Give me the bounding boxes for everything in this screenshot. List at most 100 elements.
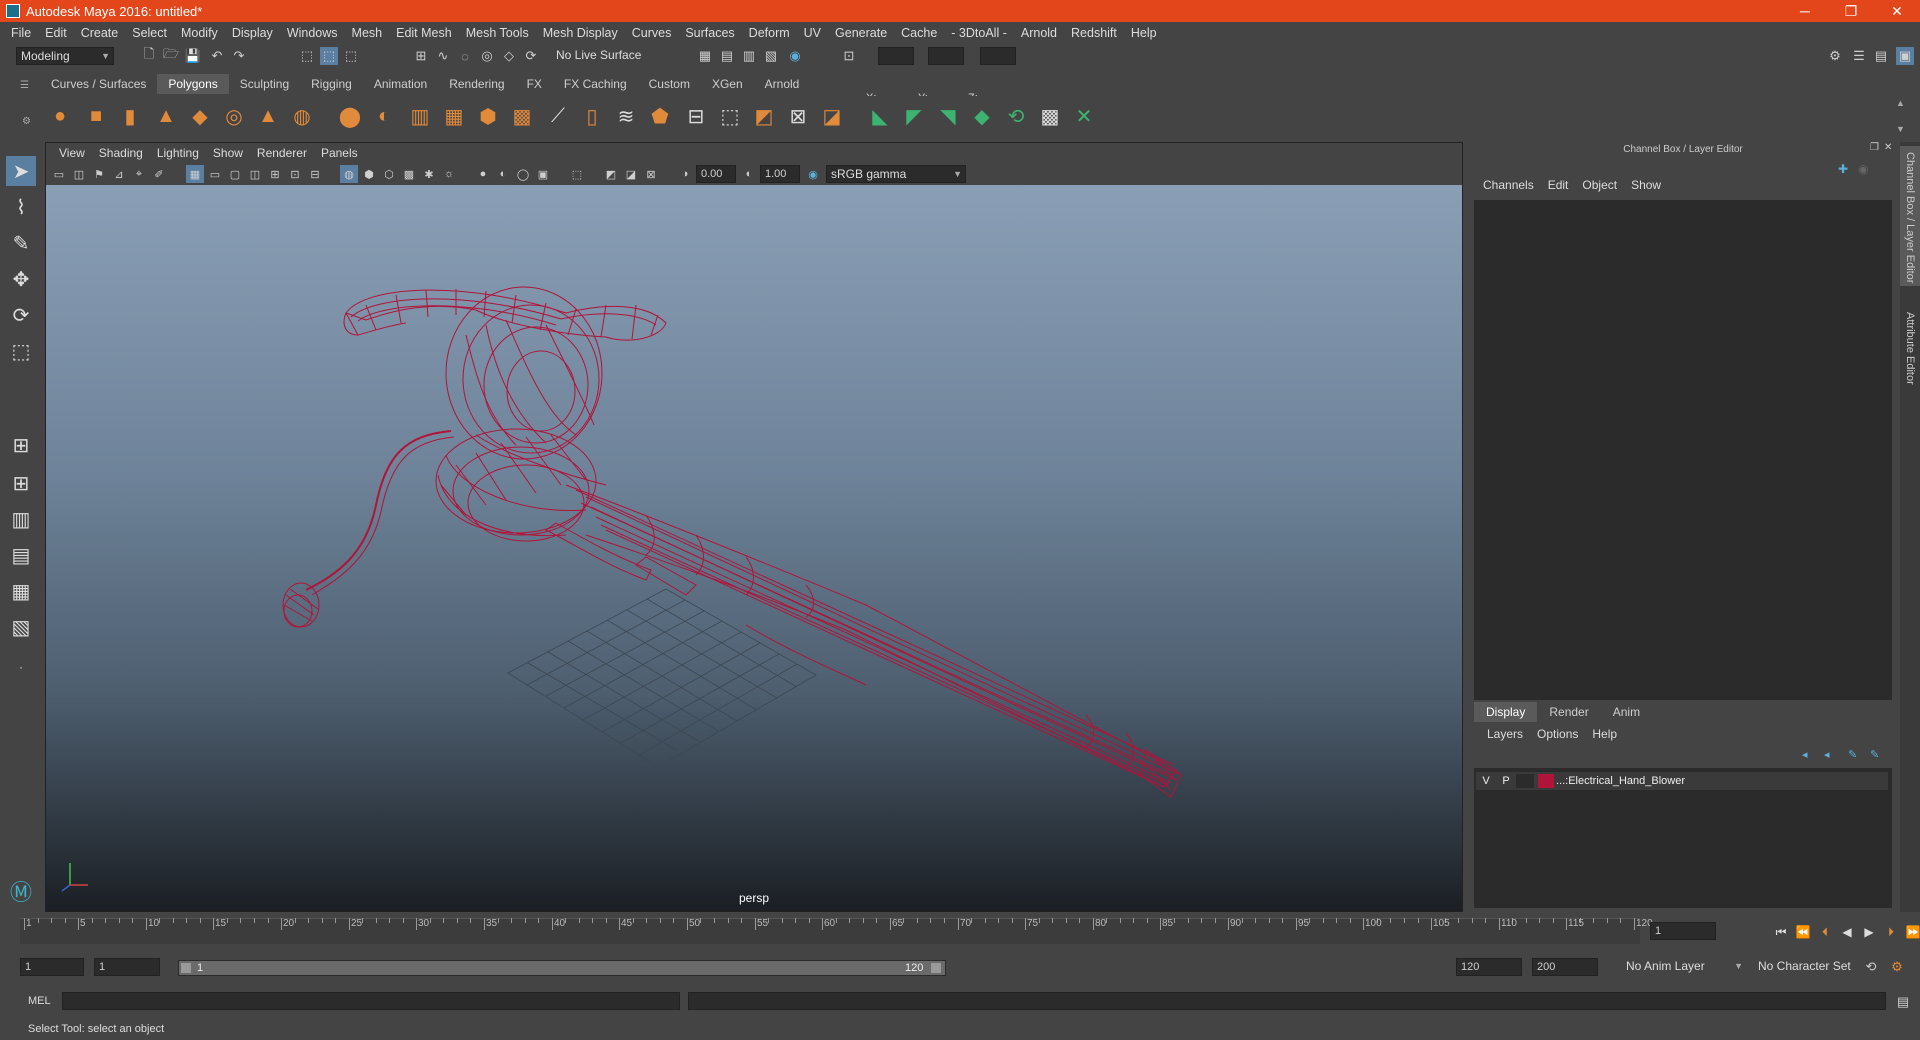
insert-edge-loop-icon[interactable]: ⊟ (682, 102, 710, 130)
step-forward-key-icon[interactable]: ⏩ (1902, 922, 1920, 942)
poly-cone-icon[interactable]: ▲ (152, 102, 180, 130)
checker-icon[interactable]: ▩ (1036, 102, 1064, 130)
image-plane-icon[interactable]: ⊿ (110, 165, 128, 183)
extract-icon[interactable]: ▥ (406, 102, 434, 130)
menu-redshift[interactable]: Redshift (1064, 26, 1124, 40)
paint-select-tool-icon[interactable]: ✎ (6, 228, 36, 258)
electrical-hand-blower-model[interactable] (282, 286, 1182, 798)
shelf-menu-icon[interactable]: ☰ (20, 80, 34, 92)
animation-preferences-icon[interactable]: ⚙ (1888, 958, 1906, 976)
xray-joints-icon[interactable]: ⊠ (642, 165, 660, 183)
snap-grid-icon[interactable]: ⊞ (412, 47, 430, 65)
shelf-tab-rendering[interactable]: Rendering (438, 74, 516, 94)
shelf-scroll-down-icon[interactable]: ▼ (1896, 124, 1905, 134)
attribute-editor-toggle-icon[interactable]: ☰ (1850, 47, 1868, 65)
channel-box-menu-edit[interactable]: Edit (1541, 178, 1576, 192)
camera-attributes-icon[interactable]: ◫ (70, 165, 88, 183)
float-panel-icon[interactable]: ❐ (1870, 142, 1879, 153)
poly-sphere-icon[interactable]: ● (46, 102, 74, 130)
poly-cylinder-icon[interactable]: ▮ (116, 102, 144, 130)
z-coordinate-field[interactable] (980, 47, 1016, 65)
absolute-transform-icon[interactable]: ⊡ (840, 47, 858, 65)
new-layer-selected-icon[interactable]: ✎ (1870, 748, 1879, 761)
end-time-field[interactable]: 120 (1456, 958, 1522, 976)
menu-edit-mesh[interactable]: Edit Mesh (389, 26, 459, 40)
modeling-toolkit-icon[interactable]: ⚙ (1826, 47, 1844, 65)
menu-mesh-display[interactable]: Mesh Display (536, 26, 625, 40)
channel-box-body[interactable] (1474, 200, 1892, 700)
start-time-field[interactable]: 1 (20, 958, 84, 976)
side-tab-attribute-editor-label[interactable]: Attribute Editor (1904, 312, 1916, 385)
append-polygon-icon[interactable]: ◩ (750, 102, 778, 130)
script-editor-icon[interactable]: ▤ (1894, 993, 1912, 1011)
cylindrical-uv-icon[interactable]: ◤ (900, 102, 928, 130)
select-object-icon[interactable]: ⬚ (320, 47, 338, 65)
grease-pencil-icon[interactable]: ✐ (150, 165, 168, 183)
viewport-menu-renderer[interactable]: Renderer (250, 146, 314, 160)
depth-of-field-icon[interactable]: ▣ (534, 165, 552, 183)
rotate-tool-icon[interactable]: ⟳ (6, 300, 36, 330)
menu-mesh[interactable]: Mesh (345, 26, 390, 40)
field-chart-icon[interactable]: ⊞ (266, 165, 284, 183)
maximize-button[interactable]: ❐ (1828, 0, 1874, 22)
exposure-icon[interactable]: ◑ (676, 165, 694, 183)
shelf-tab-curves-surfaces[interactable]: Curves / Surfaces (40, 74, 158, 94)
channel-box-menu-object[interactable]: Object (1575, 178, 1624, 192)
layer-visibility-toggle[interactable]: V (1476, 775, 1496, 787)
hypershade-layout-icon[interactable]: ▧ (6, 612, 36, 642)
command-input[interactable] (62, 992, 680, 1010)
more-layouts-icon[interactable]: · (6, 652, 36, 682)
layer-tab-anim[interactable]: Anim (1601, 702, 1652, 722)
layer-name[interactable]: ...:Electrical_Hand_Blower (1556, 775, 1685, 787)
screen-space-ao-icon[interactable]: ● (474, 165, 492, 183)
target-weld-icon[interactable]: ◪ (818, 102, 846, 130)
resolution-gate-icon[interactable]: ▢ (226, 165, 244, 183)
layer-tab-display[interactable]: Display (1474, 702, 1538, 722)
isolate-select-icon[interactable]: ⬚ (568, 165, 586, 183)
poly-pipe-icon[interactable]: ◍ (288, 102, 316, 130)
select-tool-icon[interactable]: ➤ (6, 156, 36, 186)
layer-menu-options[interactable]: Options (1530, 727, 1585, 741)
poly-pyramid-icon[interactable]: ▲ (254, 102, 282, 130)
animation-start-field[interactable]: 1 (94, 958, 160, 976)
menu-create[interactable]: Create (74, 26, 126, 40)
xray-active-icon[interactable]: ◪ (622, 165, 640, 183)
shelf-tab-fx[interactable]: FX (515, 74, 553, 94)
boolean-icon[interactable]: ⬢ (474, 102, 502, 130)
go-to-start-icon[interactable]: ⏮ (1770, 922, 1792, 942)
extrude-icon[interactable]: ▯ (578, 102, 606, 130)
menu-modify[interactable]: Modify (174, 26, 225, 40)
range-slider[interactable]: 1 120 (178, 960, 946, 976)
safe-action-icon[interactable]: ⊡ (286, 165, 304, 183)
step-forward-frame-icon[interactable]: ⏵ (1880, 922, 1902, 942)
snap-surface-icon[interactable]: ◇ (500, 47, 518, 65)
fill-hole-icon[interactable]: ⬚ (716, 102, 744, 130)
viewport-canvas[interactable]: persp (46, 185, 1462, 911)
tool-settings-toggle-icon[interactable]: ▤ (1872, 47, 1890, 65)
film-gate-icon[interactable]: ▭ (206, 165, 224, 183)
poly-cube-icon[interactable]: ■ (82, 102, 110, 130)
anti-aliasing-icon[interactable]: ◯ (514, 165, 532, 183)
step-back-key-icon[interactable]: ⏪ (1792, 922, 1814, 942)
snap-view-icon[interactable]: ◎ (478, 47, 496, 65)
shelf-tab-xgen[interactable]: XGen (700, 74, 754, 94)
shelf-tab-sculpting[interactable]: Sculpting (228, 74, 301, 94)
mirror-icon[interactable]: ▩ (508, 102, 536, 130)
bookmark-icon[interactable]: ⚑ (90, 165, 108, 183)
open-scene-icon[interactable]: 🗁 (162, 46, 180, 65)
grid-toggle-icon[interactable]: ▦ (186, 165, 204, 183)
layer-type-toggle[interactable] (1516, 774, 1534, 788)
y-coordinate-field[interactable] (928, 47, 964, 65)
animation-end-field[interactable]: 200 (1532, 958, 1598, 976)
play-backwards-icon[interactable]: ◀ (1836, 922, 1858, 942)
minimize-button[interactable]: ─ (1782, 0, 1828, 22)
move-layer-down-icon[interactable]: ◂ (1824, 748, 1830, 761)
motion-blur-icon[interactable]: ◐ (494, 165, 512, 183)
layer-menu-layers[interactable]: Layers (1480, 727, 1530, 741)
render-region-icon[interactable]: ▦ (696, 47, 714, 65)
new-scene-icon[interactable]: 🗋 (140, 46, 158, 65)
separate-icon[interactable]: ◐ (370, 102, 398, 130)
menu-arnold[interactable]: Arnold (1014, 26, 1064, 40)
menu-generate[interactable]: Generate (828, 26, 894, 40)
viewport-menu-shading[interactable]: Shading (92, 146, 150, 160)
